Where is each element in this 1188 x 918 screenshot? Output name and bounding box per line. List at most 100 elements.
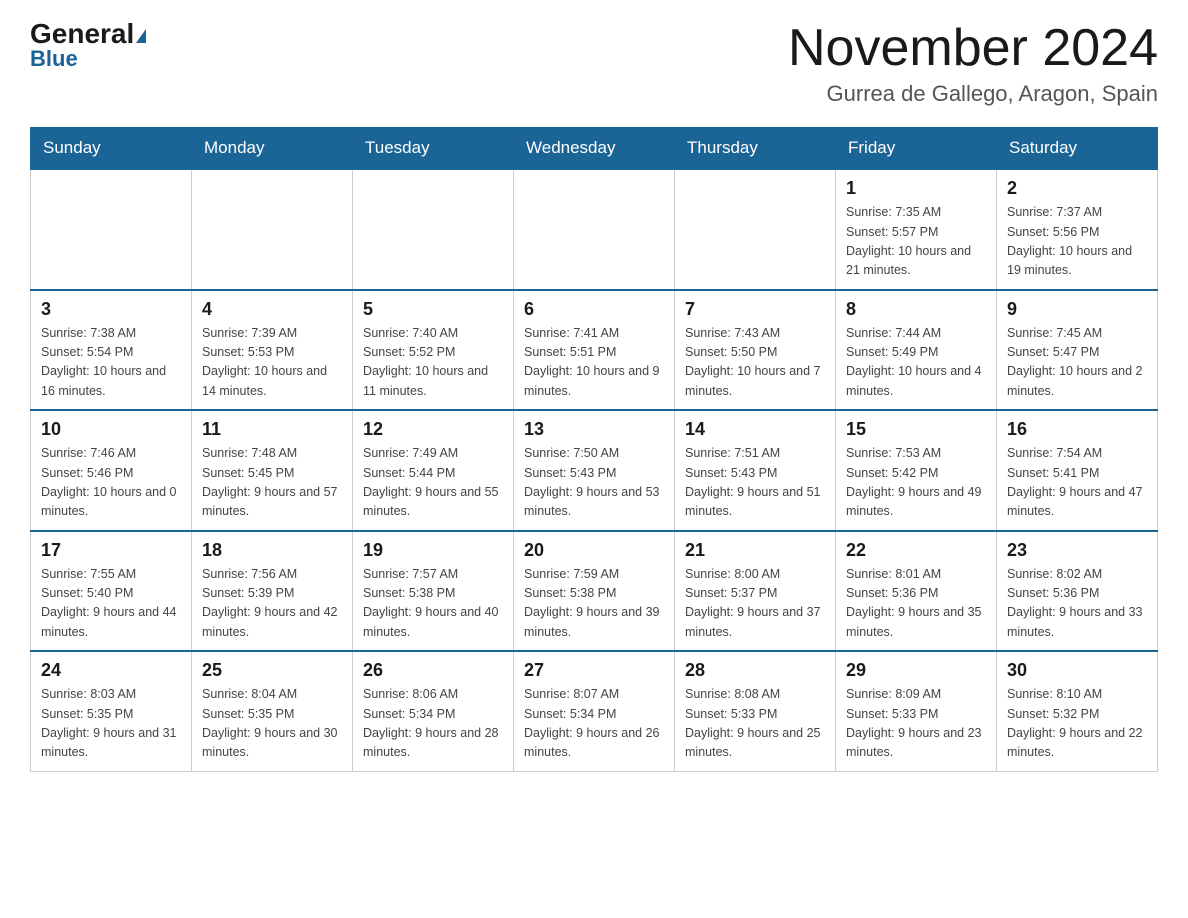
week-row-5: 24 Sunrise: 8:03 AM Sunset: 5:35 PM Dayli… (31, 651, 1158, 771)
calendar-cell: 30 Sunrise: 8:10 AM Sunset: 5:32 PM Dayli… (997, 651, 1158, 771)
calendar-cell: 15 Sunrise: 7:53 AM Sunset: 5:42 PM Dayli… (836, 410, 997, 531)
day-number: 22 (846, 540, 986, 561)
week-row-2: 3 Sunrise: 7:38 AM Sunset: 5:54 PM Daylig… (31, 290, 1158, 411)
day-info: Sunrise: 7:48 AM Sunset: 5:45 PM Dayligh… (202, 444, 342, 522)
logo-triangle-icon (136, 29, 146, 43)
weekday-header-tuesday: Tuesday (353, 128, 514, 170)
day-number: 3 (41, 299, 181, 320)
day-number: 8 (846, 299, 986, 320)
day-info: Sunrise: 7:44 AM Sunset: 5:49 PM Dayligh… (846, 324, 986, 402)
weekday-header-saturday: Saturday (997, 128, 1158, 170)
day-info: Sunrise: 7:56 AM Sunset: 5:39 PM Dayligh… (202, 565, 342, 643)
day-info: Sunrise: 7:54 AM Sunset: 5:41 PM Dayligh… (1007, 444, 1147, 522)
calendar-cell: 13 Sunrise: 7:50 AM Sunset: 5:43 PM Dayli… (514, 410, 675, 531)
day-info: Sunrise: 7:37 AM Sunset: 5:56 PM Dayligh… (1007, 203, 1147, 281)
day-info: Sunrise: 8:03 AM Sunset: 5:35 PM Dayligh… (41, 685, 181, 763)
calendar-cell (192, 169, 353, 290)
day-number: 29 (846, 660, 986, 681)
calendar-cell: 26Sunrise: 8:06 AM Sunset: 5:34 PM Dayli… (353, 651, 514, 771)
day-info: Sunrise: 8:00 AM Sunset: 5:37 PM Dayligh… (685, 565, 825, 643)
calendar-cell: 29 Sunrise: 8:09 AM Sunset: 5:33 PM Dayli… (836, 651, 997, 771)
day-info: Sunrise: 7:53 AM Sunset: 5:42 PM Dayligh… (846, 444, 986, 522)
calendar-cell: 16 Sunrise: 7:54 AM Sunset: 5:41 PM Dayli… (997, 410, 1158, 531)
day-number: 17 (41, 540, 181, 561)
weekday-header-wednesday: Wednesday (514, 128, 675, 170)
page-header: General Blue November 2024 Gurrea de Gal… (30, 20, 1158, 107)
calendar-cell: 3 Sunrise: 7:38 AM Sunset: 5:54 PM Daylig… (31, 290, 192, 411)
day-info: Sunrise: 7:43 AM Sunset: 5:50 PM Dayligh… (685, 324, 825, 402)
day-info: Sunrise: 7:38 AM Sunset: 5:54 PM Dayligh… (41, 324, 181, 402)
day-number: 14 (685, 419, 825, 440)
day-number: 6 (524, 299, 664, 320)
logo: General Blue (30, 20, 146, 72)
day-info: Sunrise: 7:50 AM Sunset: 5:43 PM Dayligh… (524, 444, 664, 522)
day-number: 10 (41, 419, 181, 440)
calendar-cell: 6Sunrise: 7:41 AM Sunset: 5:51 PM Daylig… (514, 290, 675, 411)
day-number: 23 (1007, 540, 1147, 561)
logo-blue: Blue (30, 46, 78, 72)
day-info: Sunrise: 7:55 AM Sunset: 5:40 PM Dayligh… (41, 565, 181, 643)
calendar-cell: 23 Sunrise: 8:02 AM Sunset: 5:36 PM Dayli… (997, 531, 1158, 652)
day-number: 15 (846, 419, 986, 440)
weekday-header-row: SundayMondayTuesdayWednesdayThursdayFrid… (31, 128, 1158, 170)
day-info: Sunrise: 7:46 AM Sunset: 5:46 PM Dayligh… (41, 444, 181, 522)
weekday-header-sunday: Sunday (31, 128, 192, 170)
calendar-cell: 19 Sunrise: 7:57 AM Sunset: 5:38 PM Dayli… (353, 531, 514, 652)
day-info: Sunrise: 7:45 AM Sunset: 5:47 PM Dayligh… (1007, 324, 1147, 402)
calendar-cell: 22 Sunrise: 8:01 AM Sunset: 5:36 PM Dayli… (836, 531, 997, 652)
day-info: Sunrise: 8:06 AM Sunset: 5:34 PM Dayligh… (363, 685, 503, 763)
day-number: 19 (363, 540, 503, 561)
calendar-cell: 21 Sunrise: 8:00 AM Sunset: 5:37 PM Dayli… (675, 531, 836, 652)
calendar-cell: 14 Sunrise: 7:51 AM Sunset: 5:43 PM Dayli… (675, 410, 836, 531)
day-number: 30 (1007, 660, 1147, 681)
title-block: November 2024 Gurrea de Gallego, Aragon,… (788, 20, 1158, 107)
day-number: 21 (685, 540, 825, 561)
day-number: 4 (202, 299, 342, 320)
day-number: 7 (685, 299, 825, 320)
calendar-cell: 27Sunrise: 8:07 AM Sunset: 5:34 PM Dayli… (514, 651, 675, 771)
calendar-cell: 20Sunrise: 7:59 AM Sunset: 5:38 PM Dayli… (514, 531, 675, 652)
calendar-table: SundayMondayTuesdayWednesdayThursdayFrid… (30, 127, 1158, 772)
day-info: Sunrise: 7:49 AM Sunset: 5:44 PM Dayligh… (363, 444, 503, 522)
day-number: 1 (846, 178, 986, 199)
day-number: 24 (41, 660, 181, 681)
day-info: Sunrise: 8:02 AM Sunset: 5:36 PM Dayligh… (1007, 565, 1147, 643)
calendar-cell: 25 Sunrise: 8:04 AM Sunset: 5:35 PM Dayli… (192, 651, 353, 771)
day-number: 18 (202, 540, 342, 561)
day-number: 11 (202, 419, 342, 440)
day-info: Sunrise: 7:59 AM Sunset: 5:38 PM Dayligh… (524, 565, 664, 643)
day-number: 9 (1007, 299, 1147, 320)
day-number: 13 (524, 419, 664, 440)
day-info: Sunrise: 7:35 AM Sunset: 5:57 PM Dayligh… (846, 203, 986, 281)
day-info: Sunrise: 8:01 AM Sunset: 5:36 PM Dayligh… (846, 565, 986, 643)
day-number: 16 (1007, 419, 1147, 440)
weekday-header-thursday: Thursday (675, 128, 836, 170)
calendar-cell: 8 Sunrise: 7:44 AM Sunset: 5:49 PM Daylig… (836, 290, 997, 411)
week-row-3: 10 Sunrise: 7:46 AM Sunset: 5:46 PM Dayli… (31, 410, 1158, 531)
week-row-1: 1 Sunrise: 7:35 AM Sunset: 5:57 PM Daylig… (31, 169, 1158, 290)
calendar-cell: 24 Sunrise: 8:03 AM Sunset: 5:35 PM Dayli… (31, 651, 192, 771)
day-info: Sunrise: 8:10 AM Sunset: 5:32 PM Dayligh… (1007, 685, 1147, 763)
day-info: Sunrise: 8:04 AM Sunset: 5:35 PM Dayligh… (202, 685, 342, 763)
calendar-cell: 10 Sunrise: 7:46 AM Sunset: 5:46 PM Dayli… (31, 410, 192, 531)
day-info: Sunrise: 8:07 AM Sunset: 5:34 PM Dayligh… (524, 685, 664, 763)
calendar-cell: 28Sunrise: 8:08 AM Sunset: 5:33 PM Dayli… (675, 651, 836, 771)
day-info: Sunrise: 8:09 AM Sunset: 5:33 PM Dayligh… (846, 685, 986, 763)
day-info: Sunrise: 7:39 AM Sunset: 5:53 PM Dayligh… (202, 324, 342, 402)
calendar-cell: 2Sunrise: 7:37 AM Sunset: 5:56 PM Daylig… (997, 169, 1158, 290)
day-number: 12 (363, 419, 503, 440)
calendar-cell: 1 Sunrise: 7:35 AM Sunset: 5:57 PM Daylig… (836, 169, 997, 290)
logo-general: General (30, 20, 146, 48)
calendar-cell: 17 Sunrise: 7:55 AM Sunset: 5:40 PM Dayli… (31, 531, 192, 652)
week-row-4: 17 Sunrise: 7:55 AM Sunset: 5:40 PM Dayli… (31, 531, 1158, 652)
calendar-cell: 7 Sunrise: 7:43 AM Sunset: 5:50 PM Daylig… (675, 290, 836, 411)
calendar-cell: 5Sunrise: 7:40 AM Sunset: 5:52 PM Daylig… (353, 290, 514, 411)
day-number: 25 (202, 660, 342, 681)
month-title: November 2024 (788, 20, 1158, 77)
day-info: Sunrise: 7:57 AM Sunset: 5:38 PM Dayligh… (363, 565, 503, 643)
calendar-cell: 9 Sunrise: 7:45 AM Sunset: 5:47 PM Daylig… (997, 290, 1158, 411)
calendar-cell (514, 169, 675, 290)
calendar-cell (675, 169, 836, 290)
day-info: Sunrise: 7:51 AM Sunset: 5:43 PM Dayligh… (685, 444, 825, 522)
day-number: 28 (685, 660, 825, 681)
